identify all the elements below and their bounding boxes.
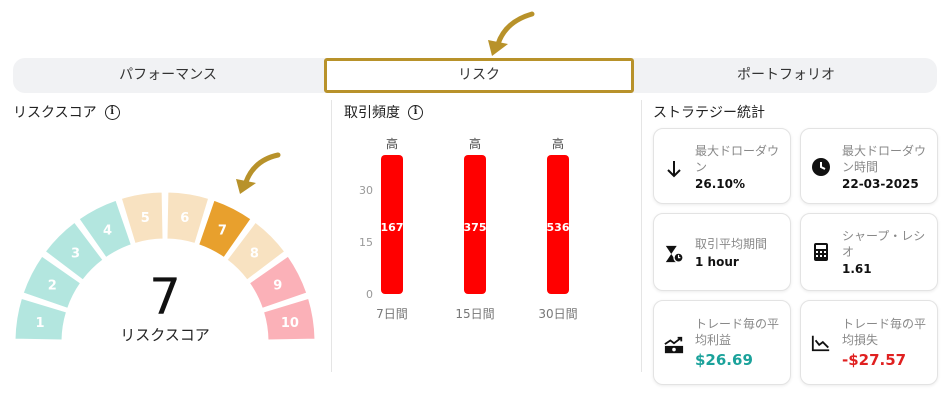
stat-label: 最大ドローダウン時間 bbox=[842, 144, 927, 174]
trade-frequency-header: 取引頻度 i bbox=[344, 102, 423, 122]
stat-value: 26.10% bbox=[695, 177, 745, 191]
info-icon[interactable]: i bbox=[104, 104, 120, 120]
tab-portfolio[interactable]: ポートフォリオ bbox=[635, 58, 937, 93]
stat-label: 取引平均期間 bbox=[695, 237, 768, 251]
bar-level-label: 高 bbox=[386, 136, 398, 151]
stat-label: トレード毎の平均利益 bbox=[695, 317, 780, 347]
stat-value: $26.69 bbox=[695, 351, 753, 369]
gauge-segment-label: 8 bbox=[250, 247, 259, 262]
divider bbox=[331, 100, 332, 372]
stat-card-avg-loss: トレード毎の平均損失 -$27.57 bbox=[800, 300, 938, 385]
trade-frequency-title: 取引頻度 bbox=[344, 105, 400, 121]
x-category-label: 15日間 bbox=[455, 307, 494, 321]
trade-frequency-chart: 0 15 30 167 高 7日間 375 高 15日間 536 高 30日間 bbox=[359, 136, 578, 321]
stat-label: 最大ドローダウン bbox=[695, 144, 780, 174]
gauge-segment-label: 3 bbox=[71, 247, 80, 262]
clock-icon bbox=[811, 157, 831, 177]
bar-data-label: 536 bbox=[547, 221, 570, 234]
gauge-segment-label: 4 bbox=[103, 223, 112, 238]
gauge-segment-label: 10 bbox=[281, 316, 299, 331]
stat-card-max-drawdown-time: 最大ドローダウン時間 22-03-2025 bbox=[800, 128, 938, 204]
calculator-icon bbox=[811, 242, 831, 262]
gauge-segment-label: 6 bbox=[180, 211, 189, 226]
chart-down-icon bbox=[811, 333, 831, 353]
stat-label: シャープ・レシオ bbox=[842, 229, 926, 259]
y-tick-label: 0 bbox=[366, 288, 373, 301]
x-category-label: 30日間 bbox=[538, 307, 577, 321]
strategy-stats-title: ストラテジー統計 bbox=[653, 105, 765, 121]
bar-data-label: 167 bbox=[381, 221, 404, 234]
stat-value: 1 hour bbox=[695, 255, 739, 269]
tab-performance[interactable]: パフォーマンス bbox=[13, 58, 323, 93]
gauge-segment-label: 5 bbox=[141, 211, 150, 226]
stat-value: 22-03-2025 bbox=[842, 177, 919, 191]
arrow-down-icon bbox=[664, 159, 684, 179]
y-tick-label: 15 bbox=[359, 236, 373, 249]
stat-value: -$27.57 bbox=[842, 351, 907, 369]
stat-card-avg-profit: トレード毎の平均利益 $26.69 bbox=[653, 300, 791, 385]
y-tick-label: 30 bbox=[359, 184, 373, 197]
money-up-icon bbox=[664, 335, 684, 355]
risk-score-title: リスクスコア bbox=[13, 105, 97, 121]
stat-value: 1.61 bbox=[842, 262, 872, 276]
x-category-label: 7日間 bbox=[376, 307, 408, 321]
bar-data-label: 375 bbox=[464, 221, 487, 234]
hourglass-icon bbox=[664, 244, 684, 264]
gauge-segment-label: 2 bbox=[48, 279, 57, 294]
risk-score-caption: リスクスコア bbox=[120, 326, 210, 344]
divider bbox=[641, 100, 642, 372]
tab-bar: パフォーマンス リスク ポートフォリオ bbox=[13, 58, 937, 93]
bar-level-label: 高 bbox=[552, 136, 564, 151]
tab-risk[interactable]: リスク bbox=[324, 58, 634, 93]
gauge-segment-label: 1 bbox=[36, 316, 45, 331]
strategy-stats-header: ストラテジー統計 bbox=[653, 102, 765, 122]
stat-card-max-drawdown: 最大ドローダウン 26.10% bbox=[653, 128, 791, 204]
bar-level-label: 高 bbox=[469, 136, 481, 151]
risk-score-header: リスクスコア i bbox=[13, 102, 120, 122]
info-icon[interactable]: i bbox=[408, 104, 423, 120]
gauge-segment-label: 7 bbox=[218, 223, 227, 238]
stat-label: トレード毎の平均損失 bbox=[842, 317, 927, 347]
stat-card-sharpe-ratio: シャープ・レシオ 1.61 bbox=[800, 213, 938, 291]
gauge-segment-label: 9 bbox=[273, 279, 282, 294]
risk-score-value: 7 bbox=[149, 268, 181, 326]
annotation-arrow-tab bbox=[488, 11, 535, 56]
stat-card-avg-trade-duration: 取引平均期間 1 hour bbox=[653, 213, 791, 291]
